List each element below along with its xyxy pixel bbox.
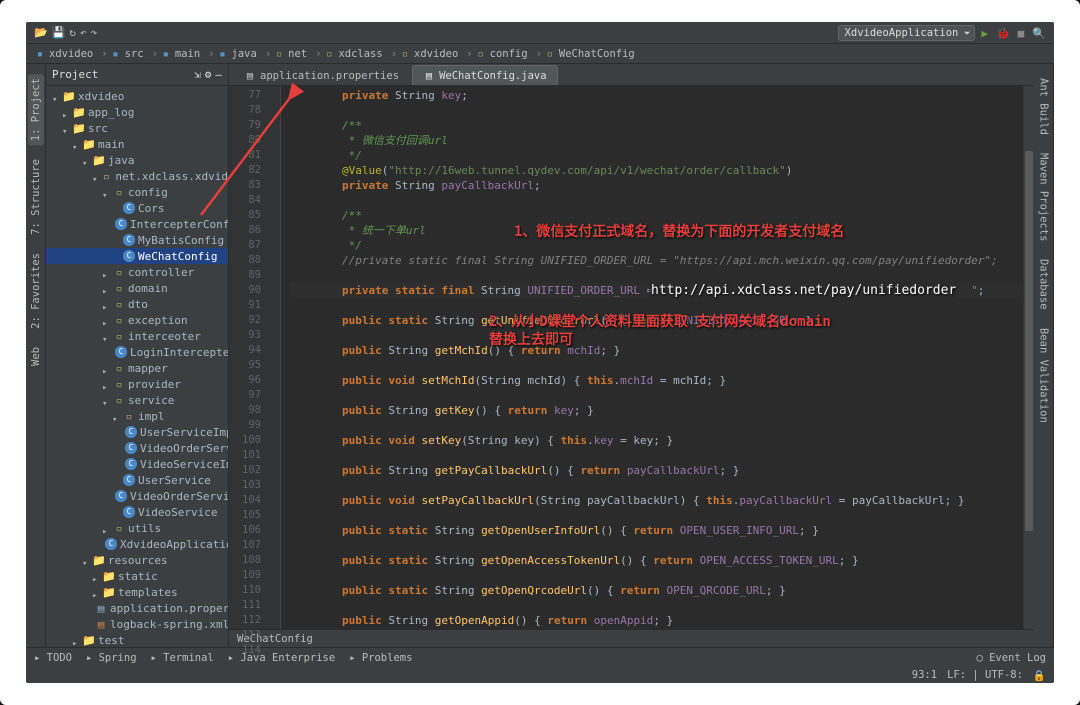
editor-tab[interactable]: ▤application.properties: [233, 65, 410, 85]
breadcrumb-bar: ▪xdvideo›▪src›▪main›▪java›▫net›▫xdclass›…: [26, 44, 1054, 64]
caret-position: 93:1: [912, 669, 937, 681]
undo-icon[interactable]: ↶: [80, 25, 87, 41]
left-tool-stripe: 1: Project 7: Structure 2: Favorites Web: [26, 64, 46, 647]
tree-item[interactable]: 📁main: [46, 136, 228, 152]
breadcrumb-item[interactable]: ▪src: [110, 48, 144, 60]
ide-window: 📂 💾 ↻ ↶ ↷ XdvideoApplication ▶ 🐞 ■ 🔍 ▪xd…: [26, 22, 1054, 683]
tool-tab[interactable]: 1: Project: [28, 74, 44, 145]
project-tree[interactable]: 📁xdvideo📁app_log📁src📁main📁java▫net.xdcla…: [46, 86, 228, 647]
tree-item[interactable]: 📁static: [46, 568, 228, 584]
tool-tab[interactable]: Bean Validation: [1036, 324, 1052, 427]
gutter-icons: [267, 86, 281, 629]
refresh-icon[interactable]: ↻: [69, 25, 76, 41]
tree-item[interactable]: CUserServiceImpl: [46, 424, 228, 440]
editor-tab[interactable]: ▤WeChatConfig.java: [412, 65, 557, 85]
file-encoding: LF: | UTF-8:: [947, 669, 1023, 681]
breadcrumb-item[interactable]: ▫net: [273, 48, 307, 60]
tree-item[interactable]: 📁src: [46, 120, 228, 136]
tool-tab[interactable]: Maven Projects: [1036, 149, 1052, 246]
tool-tab[interactable]: Ant Build: [1036, 74, 1052, 139]
tree-item[interactable]: ▤logback-spring.xml: [46, 616, 228, 632]
tree-item[interactable]: ▫net.xdclass.xdvideo: [46, 168, 228, 184]
line-gutter: 7778798081828384858687888990919293949596…: [229, 86, 267, 629]
code-editor[interactable]: 7778798081828384858687888990919293949596…: [229, 86, 1034, 629]
right-tool-stripe: Ant Build Maven Projects Database Bean Vali…: [1034, 64, 1054, 647]
toolbar: 📂 💾 ↻ ↶ ↷ XdvideoApplication ▶ 🐞 ■ 🔍: [26, 22, 1054, 44]
editor-area: ▤application.properties▤WeChatConfig.jav…: [229, 64, 1034, 647]
tree-item[interactable]: CUserService: [46, 472, 228, 488]
tree-item[interactable]: ▫mapper: [46, 360, 228, 376]
tree-item[interactable]: 📁xdvideo: [46, 88, 228, 104]
hide-icon[interactable]: –: [215, 68, 222, 81]
tree-item[interactable]: ▫config: [46, 184, 228, 200]
code-content[interactable]: private String key; /** * 微信支付回调url */ @…: [281, 86, 1023, 629]
tree-item[interactable]: CWeChatConfig: [46, 248, 228, 264]
tree-item[interactable]: CVideoService: [46, 504, 228, 520]
tree-item[interactable]: ▫dto: [46, 296, 228, 312]
tree-item[interactable]: 📁resources: [46, 552, 228, 568]
breadcrumb-item[interactable]: ▪xdvideo: [34, 48, 93, 60]
tree-item[interactable]: ▤application.properties: [46, 600, 228, 616]
tool-tab[interactable]: Database: [1036, 255, 1052, 314]
tree-item[interactable]: 📁templates: [46, 584, 228, 600]
tree-item[interactable]: ▫utils: [46, 520, 228, 536]
status-item[interactable]: ▸ Problems: [349, 652, 412, 664]
tree-item[interactable]: CCors: [46, 200, 228, 216]
tree-item[interactable]: ▫service: [46, 392, 228, 408]
project-panel-header: Project ⇲ ⚙ –: [46, 64, 228, 86]
status-item[interactable]: ▸ TODO: [34, 652, 72, 664]
editor-scrollbar[interactable]: [1023, 86, 1034, 629]
tree-item[interactable]: ▫impl: [46, 408, 228, 424]
editor-tabs: ▤application.properties▤WeChatConfig.jav…: [229, 64, 1034, 86]
stop-icon[interactable]: ■: [1018, 25, 1025, 41]
search-icon[interactable]: 🔍: [1032, 25, 1046, 41]
save-icon[interactable]: 💾: [52, 25, 66, 41]
tree-item[interactable]: ▫controller: [46, 264, 228, 280]
gear-icon[interactable]: ⚙: [205, 68, 212, 81]
breadcrumb-item[interactable]: ▫xdclass: [323, 48, 382, 60]
status-item[interactable]: ▸ Spring: [86, 652, 137, 664]
lock-icon: 🔒: [1033, 669, 1046, 682]
debug-icon[interactable]: 🐞: [996, 25, 1010, 41]
project-sidebar: Project ⇲ ⚙ – 📁xdvideo📁app_log📁src📁main📁…: [46, 64, 229, 647]
status-bar: ▸ TODO▸ Spring▸ Terminal▸ Java Enterpris…: [26, 647, 1054, 667]
tool-tab[interactable]: 2: Favorites: [28, 249, 44, 333]
breadcrumb-item[interactable]: ▪java: [217, 48, 257, 60]
status-item[interactable]: ▸ Terminal: [151, 652, 214, 664]
tree-item[interactable]: 📁java: [46, 152, 228, 168]
tree-item[interactable]: ▫domain: [46, 280, 228, 296]
event-log-btn[interactable]: ◯ Event Log: [976, 652, 1046, 664]
tree-item[interactable]: CVideoOrderServic: [46, 440, 228, 456]
redo-icon[interactable]: ↷: [91, 25, 98, 41]
tree-item[interactable]: CVideoOrderService: [46, 488, 228, 504]
tool-tab[interactable]: Web: [28, 343, 44, 370]
tool-tab[interactable]: 7: Structure: [28, 155, 44, 239]
breadcrumb-item[interactable]: ▫config: [475, 48, 528, 60]
run-configuration-dropdown[interactable]: XdvideoApplication: [838, 25, 976, 41]
tree-item[interactable]: ▫interceoter: [46, 328, 228, 344]
tree-item[interactable]: CVideoServiceImp: [46, 456, 228, 472]
run-icon[interactable]: ▶: [981, 25, 988, 41]
scrollbar-thumb[interactable]: [1025, 151, 1033, 531]
tree-item[interactable]: CXdvideoApplication: [46, 536, 228, 552]
tree-item[interactable]: 📁app_log: [46, 104, 228, 120]
status-bar-2: 93:1 LF: | UTF-8: 🔒: [26, 667, 1054, 683]
collapse-icon[interactable]: ⇲: [194, 68, 201, 81]
tree-item[interactable]: CIntercepterConfig: [46, 216, 228, 232]
breadcrumb-item[interactable]: ▫xdvideo: [399, 48, 458, 60]
tree-item[interactable]: CMyBatisConfig: [46, 232, 228, 248]
tree-item[interactable]: 📁test: [46, 632, 228, 647]
breadcrumb-item[interactable]: ▪main: [160, 48, 200, 60]
code-breadcrumb[interactable]: WeChatConfig: [229, 629, 1034, 647]
tree-item[interactable]: CLoginIntercepter: [46, 344, 228, 360]
breadcrumb-item[interactable]: ▫WeChatConfig: [544, 48, 635, 60]
tree-item[interactable]: ▫exception: [46, 312, 228, 328]
open-icon[interactable]: 📂: [34, 25, 48, 41]
tree-item[interactable]: ▫provider: [46, 376, 228, 392]
